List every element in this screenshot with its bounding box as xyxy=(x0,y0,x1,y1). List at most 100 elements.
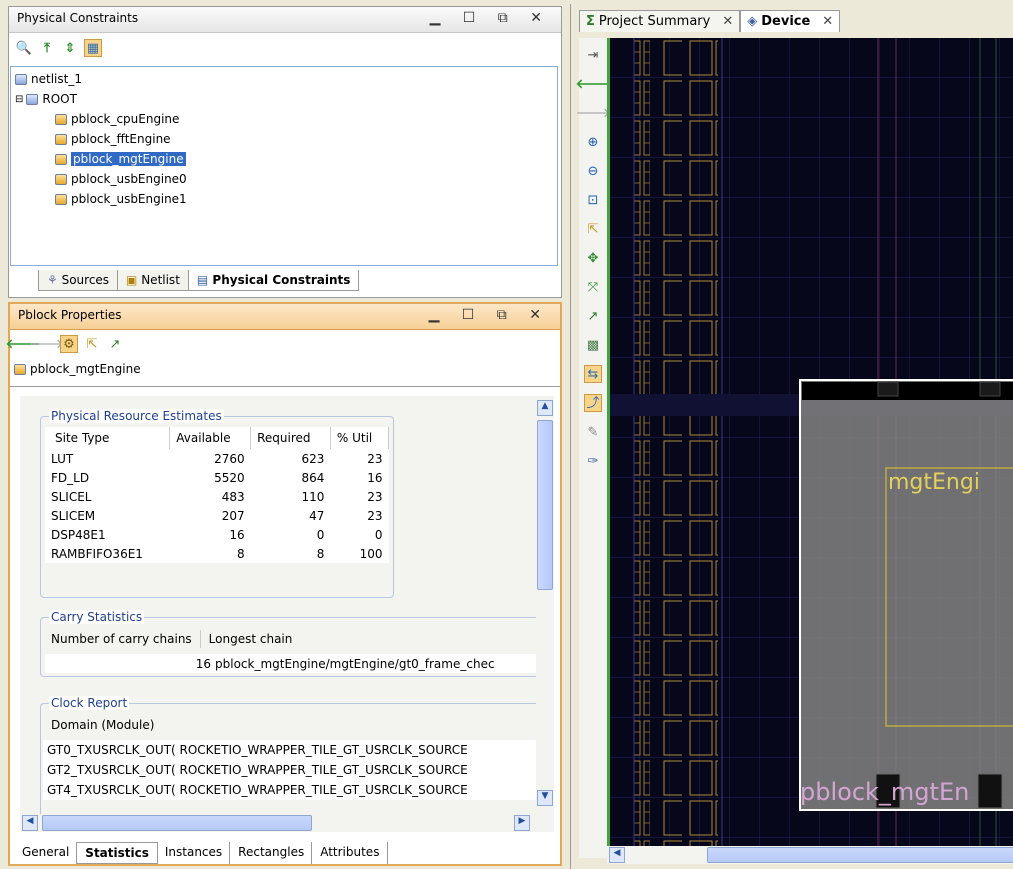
scroll-left-icon[interactable]: ◀ xyxy=(609,847,625,863)
sigma-icon: Σ xyxy=(586,14,595,29)
horizontal-scrollbar[interactable]: ◀ ▶ xyxy=(20,814,554,832)
list-item[interactable]: GT0_TXUSRCLK_OUT( ROCKETIO_WRAPPER_TILE_… xyxy=(43,740,550,760)
tab-project-summary[interactable]: Σ Project Summary ✕ xyxy=(579,10,741,32)
scroll-thumb-horizontal[interactable] xyxy=(707,847,1013,863)
scroll-up-icon[interactable]: ▲ xyxy=(537,400,553,416)
forward-arrow-icon[interactable]: 🡒 xyxy=(576,104,611,122)
clock-list: GT0_TXUSRCLK_OUT( ROCKETIO_WRAPPER_TILE_… xyxy=(43,740,550,800)
list-item[interactable]: GT4_TXUSRCLK_OUT( ROCKETIO_WRAPPER_TILE_… xyxy=(43,780,550,800)
zoom-out-icon[interactable]: ⊖ xyxy=(584,162,602,180)
tab-sources[interactable]: ⚘ Sources xyxy=(38,270,119,291)
tab-rectangles[interactable]: Rectangles xyxy=(229,842,312,864)
table-row[interactable]: SLICEL 483 110 23 xyxy=(45,487,389,506)
table-row[interactable]: DSP48E1 16 0 0 xyxy=(45,525,389,544)
zoom-in-icon[interactable]: ⊕ xyxy=(584,133,602,151)
column-header[interactable]: % Util xyxy=(330,427,390,449)
canvas-horizontal-scrollbar[interactable]: ◀ xyxy=(607,846,1013,864)
panel-title-bar: Physical Constraints ▁ ☐ ⧉ ✕ xyxy=(9,7,561,33)
device-icon: ◈ xyxy=(747,14,758,29)
vertical-splitter[interactable] xyxy=(562,0,570,869)
tab-general[interactable]: General xyxy=(14,842,77,864)
carry-row[interactable]: 16 pblock_mgtEngine/mgtEngine/gt0_frame_… xyxy=(45,654,539,673)
fit-selection-icon[interactable]: ⇥ xyxy=(584,46,602,64)
window-controls[interactable]: ▁ ☐ ⧉ ✕ xyxy=(430,10,551,26)
column-header[interactable]: Available xyxy=(169,427,252,449)
expand-all-icon[interactable]: ⇕ xyxy=(61,39,79,57)
forward-arrow-icon[interactable]: 🡒 xyxy=(29,335,64,353)
route-icon[interactable]: ⇆ xyxy=(584,365,602,383)
vertical-scrollbar[interactable]: ▲ ▼ xyxy=(536,396,554,816)
collapse-all-icon[interactable]: ⤒ xyxy=(38,39,56,57)
tree-node-netlist[interactable]: netlist_1 xyxy=(15,69,553,89)
constraints-tab-icon: ▤ xyxy=(196,273,213,287)
netlist-icon xyxy=(15,73,27,85)
column-header[interactable]: Required xyxy=(250,427,331,449)
column-header[interactable]: Number of carry chains xyxy=(49,630,201,648)
column-header[interactable]: Domain (Module) xyxy=(51,718,154,732)
pin-icon[interactable]: ✎ xyxy=(584,423,602,441)
grid-icon[interactable]: ▩ xyxy=(584,336,602,354)
constraints-tab-bar: ⚘ Sources ▣ Netlist ▤ Physical Constrain… xyxy=(38,270,360,291)
list-item[interactable]: GT2_TXUSRCLK_OUT( ROCKETIO_WRAPPER_TILE_… xyxy=(43,760,550,780)
scroll-thumb-horizontal[interactable] xyxy=(42,815,312,831)
tab-netlist[interactable]: ▣ Netlist xyxy=(117,270,189,291)
device-fabric xyxy=(610,38,1013,846)
table-row[interactable]: SLICEM 207 47 23 xyxy=(45,506,389,525)
group-by-icon[interactable]: ▦ xyxy=(84,39,102,57)
place-icon[interactable]: ⤴ xyxy=(584,394,602,412)
device-canvas[interactable]: mgtEngi pblock_mgtEn xyxy=(607,38,1013,846)
window-controls[interactable]: ▁ ☐ ⧉ ✕ xyxy=(429,307,550,323)
scroll-down-icon[interactable]: ▼ xyxy=(537,790,553,806)
select-area-icon[interactable]: ⇱ xyxy=(584,220,602,238)
carry-statistics-group: Carry Statistics Number of carry chains … xyxy=(40,610,540,677)
resource-table: Site Type Available Required % Util LUT 2… xyxy=(45,427,390,563)
table-row[interactable]: RAMBFIFO36E1 8 8 100 xyxy=(45,544,389,563)
back-arrow-icon[interactable]: 🡐 xyxy=(576,75,611,93)
tab-instances[interactable]: Instances xyxy=(157,842,230,864)
pblock-icon xyxy=(14,363,26,375)
export-icon[interactable]: ↗ xyxy=(106,335,124,353)
select-icon[interactable]: ⇱ xyxy=(83,335,101,353)
tree-node-pblock[interactable]: pblock_fftEngine xyxy=(15,129,553,149)
editor-tab-bar: Σ Project Summary ✕ ◈ Device ✕ xyxy=(579,10,841,32)
tab-statistics[interactable]: Statistics xyxy=(76,842,158,864)
panel-title-bar: Pblock Properties ▁ ☐ ⧉ ✕ xyxy=(10,304,560,330)
properties-tab-bar: General Statistics Instances Rectangles … xyxy=(14,842,389,864)
zoom-fit-icon[interactable]: ⊡ xyxy=(584,191,602,209)
pblock-icon xyxy=(55,153,67,165)
divider xyxy=(10,386,560,387)
expand-icon[interactable]: ✥ xyxy=(584,249,602,267)
pblock-label: pblock_mgtEn xyxy=(800,778,970,806)
tab-physical-constraints[interactable]: ▤ Physical Constraints xyxy=(187,270,360,291)
object-name-row: pblock_mgtEngine xyxy=(14,362,141,376)
collapse-toggle-icon[interactable]: ⊟ xyxy=(15,94,23,105)
sources-icon: ⚘ xyxy=(47,273,62,287)
shrink-icon[interactable]: ⤧ xyxy=(584,278,602,296)
tree-node-pblock-selected[interactable]: pblock_mgtEngine xyxy=(15,149,553,169)
table-row[interactable]: LUT 2760 623 23 xyxy=(45,449,389,468)
tree-node-pblock[interactable]: pblock_usbEngine0 xyxy=(15,169,553,189)
properties-toolbar: 🡐 🡒 ⚙ ⇱ ↗ xyxy=(6,335,124,353)
table-row[interactable]: FD_LD 5520 864 16 xyxy=(45,468,389,487)
scroll-left-icon[interactable]: ◀ xyxy=(22,815,38,831)
tab-attributes[interactable]: Attributes xyxy=(311,842,389,864)
settings-icon[interactable]: ⚙ xyxy=(60,335,78,353)
column-header[interactable]: Longest chain xyxy=(201,630,301,648)
scroll-right-icon[interactable]: ▶ xyxy=(514,815,530,831)
column-header[interactable]: Site Type xyxy=(45,427,171,449)
tree-node-pblock[interactable]: pblock_cpuEngine xyxy=(15,109,553,129)
panel-title: Physical Constraints xyxy=(17,11,139,25)
scroll-thumb[interactable] xyxy=(537,420,553,590)
pblock-inner-label: mgtEngi xyxy=(888,470,980,495)
tree-node-pblock[interactable]: pblock_usbEngine1 xyxy=(15,189,553,209)
tree-node-root[interactable]: ⊟ ROOT xyxy=(15,89,553,109)
close-icon[interactable]: ✕ xyxy=(722,14,733,29)
tab-device[interactable]: ◈ Device ✕ xyxy=(740,10,841,32)
export-icon[interactable]: ↗ xyxy=(584,307,602,325)
search-icon[interactable]: 🔍 xyxy=(15,39,33,57)
pblock-tree[interactable]: netlist_1 ⊟ ROOT pblock_cpuEngine pblock_… xyxy=(10,66,558,266)
probe-icon[interactable]: ✑ xyxy=(584,452,602,470)
close-icon[interactable]: ✕ xyxy=(822,14,833,29)
resource-estimates-group: Physical Resource Estimates Site Type Av… xyxy=(40,409,394,598)
pblock-properties-panel: Pblock Properties ▁ ☐ ⧉ ✕ 🡐 🡒 ⚙ ⇱ ↗ pblo… xyxy=(6,302,562,866)
